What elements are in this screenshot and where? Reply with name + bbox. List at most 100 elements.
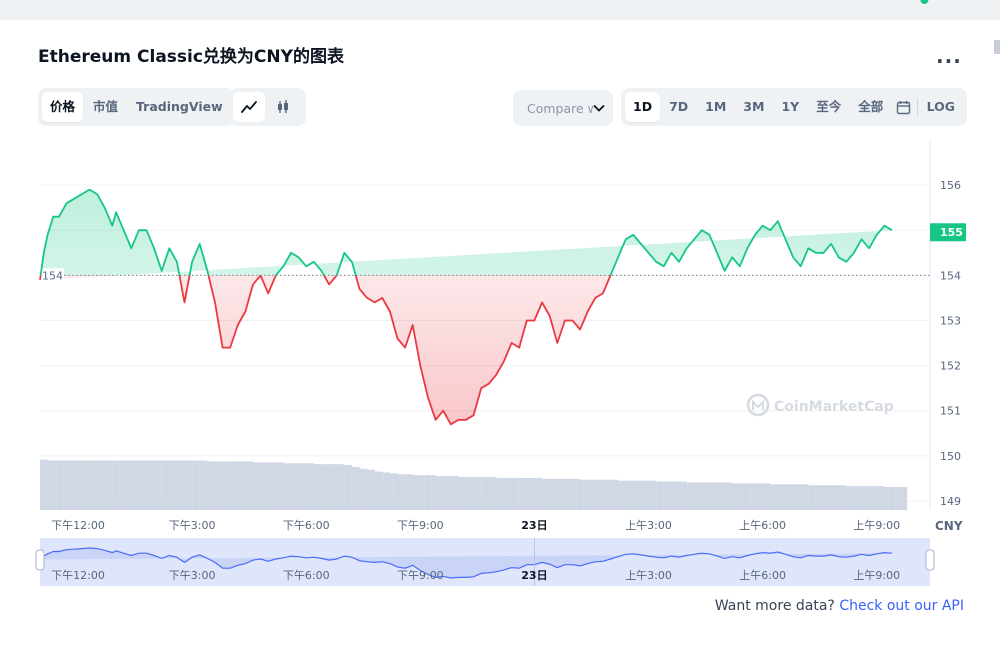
volume-bar — [519, 477, 524, 510]
volume-bar — [880, 486, 885, 510]
volume-bar — [595, 479, 600, 510]
volume-bar — [237, 461, 242, 510]
volume-bar — [774, 484, 778, 510]
volume-bar — [53, 460, 57, 510]
volume-bar — [872, 486, 877, 510]
volume-bar — [876, 486, 881, 510]
volume-bar — [97, 460, 101, 510]
volume-bar — [549, 478, 554, 510]
range-navigator[interactable]: 下午12:00 下午3:00 下午6:00 下午9:00 23日 上午3:00 上午6:00… — [35, 538, 935, 586]
navigator-tick-label: 下午9:00 — [397, 569, 444, 582]
volume-bar — [112, 460, 115, 510]
volume-bar — [903, 487, 908, 510]
volume-bar — [602, 479, 607, 510]
volume-bar — [397, 474, 402, 510]
volume-bar — [557, 478, 562, 510]
volume-bar — [625, 480, 630, 510]
y-tick-label: 150 — [940, 450, 961, 463]
volume-bar — [268, 462, 273, 510]
volume-bar — [405, 474, 409, 510]
volume-bar — [743, 483, 748, 510]
volume-bar — [431, 475, 436, 510]
baseline-label: 154 — [42, 269, 63, 282]
volume-bar — [386, 472, 390, 510]
volume-bar — [260, 462, 265, 510]
volume-bar — [138, 460, 143, 510]
coinmarketcap-logo-mark — [752, 399, 764, 410]
volume-bar — [317, 464, 322, 510]
volume-bar — [599, 479, 603, 510]
x-tick-label: 下午6:00 — [283, 519, 330, 532]
volume-bar — [545, 478, 550, 510]
volume-bar — [850, 486, 854, 510]
volume-bar — [469, 477, 474, 510]
volume-bar — [678, 481, 683, 510]
volume-bar — [766, 483, 771, 510]
volume-bar — [62, 460, 67, 510]
volume-bar — [800, 484, 805, 510]
volume-bar — [119, 460, 124, 510]
volume-bar — [45, 459, 48, 510]
volume-bar — [287, 463, 292, 510]
volume-bar — [401, 474, 406, 510]
volume-bar — [310, 463, 314, 510]
volume-bar — [439, 476, 444, 510]
volume-bar — [313, 464, 318, 510]
volume-bar — [412, 475, 417, 510]
volume-bar — [717, 482, 721, 510]
volume-bar — [450, 476, 455, 510]
volume-bar — [663, 481, 668, 510]
volume-bar — [899, 487, 904, 510]
volume-bar — [245, 461, 250, 510]
api-link[interactable]: Check out our API — [839, 598, 964, 614]
volume-bar — [553, 478, 558, 510]
volume-bar — [294, 463, 299, 510]
volume-bar — [465, 477, 470, 510]
volume-bar — [41, 459, 44, 510]
volume-bar — [157, 460, 162, 510]
volume-bar — [644, 480, 649, 510]
volume-bar — [842, 485, 847, 510]
volume-bar — [690, 482, 695, 510]
volume-bar — [781, 484, 786, 510]
volume-bar — [332, 464, 337, 510]
volume-bar — [114, 460, 117, 510]
volume-bar — [161, 460, 166, 510]
volume-bar — [443, 476, 447, 510]
footer: Want more data? Check out our API — [715, 598, 964, 614]
volume-bar — [81, 460, 86, 510]
volume-bar — [621, 480, 626, 510]
volume-bar — [884, 487, 889, 510]
volume-bar — [523, 477, 527, 510]
volume-bar — [682, 481, 687, 510]
volume-bar — [66, 460, 71, 510]
volume-bar — [640, 480, 645, 510]
volume-bar — [496, 477, 501, 510]
volume-bar — [85, 460, 90, 510]
x-axis: 下午12:00 下午3:00 下午6:00 下午9:00 23日 上午3:00 上午6:00… — [51, 519, 900, 532]
volume-bar — [321, 464, 326, 510]
volume-bar — [507, 477, 512, 510]
volume-bar — [865, 486, 870, 510]
watermark-text: CoinMarketCap — [774, 399, 894, 415]
volume-bar — [861, 486, 866, 510]
volume-bar — [853, 486, 858, 510]
volume-bar — [789, 484, 794, 510]
navigator-tick-label: 下午12:00 — [51, 569, 105, 582]
volume-bar — [656, 481, 660, 510]
volume-bar — [637, 480, 641, 510]
volume-bar — [367, 469, 371, 510]
volume-bar — [100, 460, 105, 510]
volume-bar — [804, 484, 809, 510]
volume-bar — [226, 461, 231, 510]
y-tick-label: 152 — [940, 360, 961, 373]
volume-bar — [40, 459, 42, 510]
volume-bar — [207, 461, 212, 510]
navigator-handle-left[interactable] — [35, 549, 45, 571]
volume-bar — [351, 466, 356, 510]
coinmarketcap-watermark: CoinMarketCap — [746, 393, 894, 417]
volume-bar — [485, 477, 489, 510]
volume-bar — [348, 465, 352, 510]
navigator-handle-right[interactable] — [925, 549, 935, 571]
price-chart[interactable]: 154 156 155 154 153 152 151 150 149 下午12:00 下午3:… — [0, 0, 1000, 600]
